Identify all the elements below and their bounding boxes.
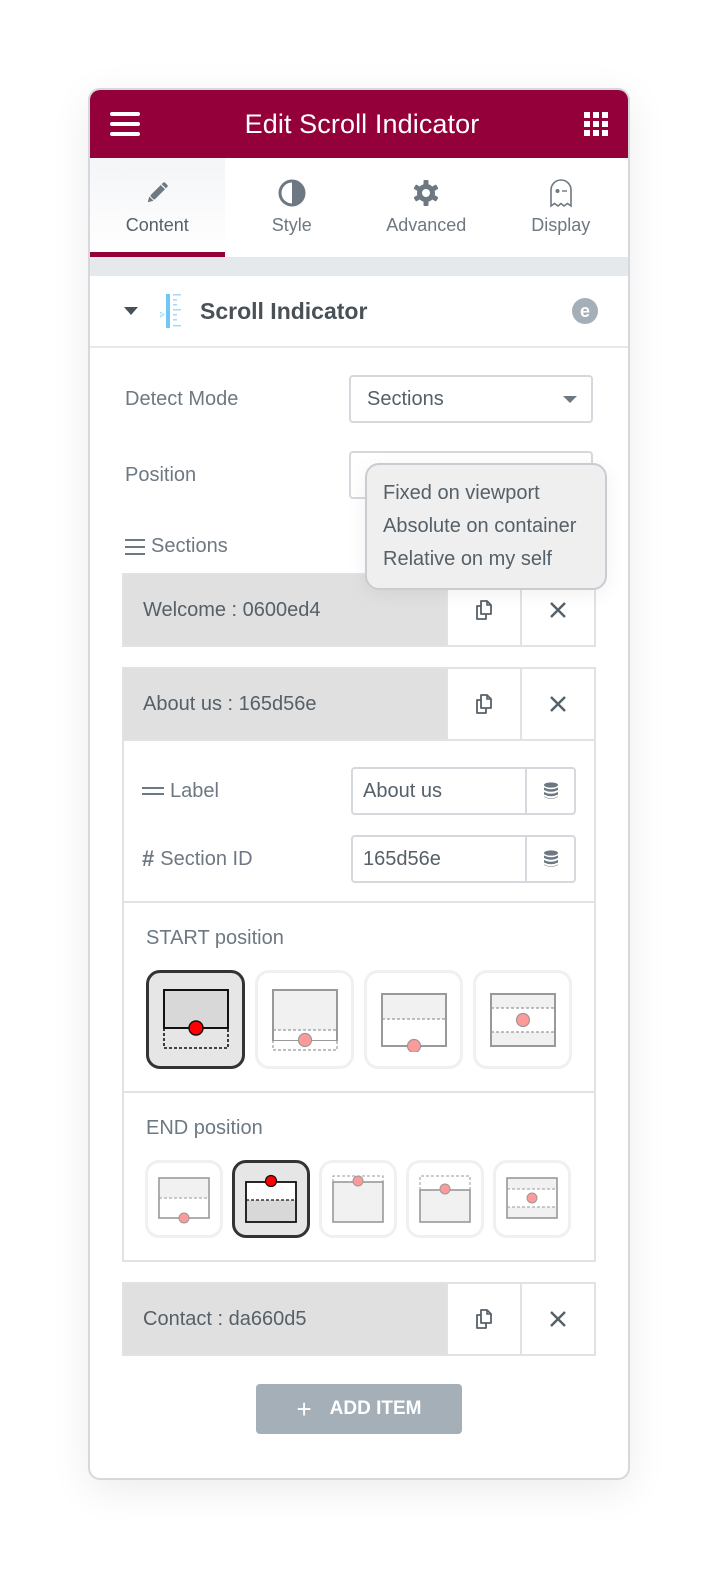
repeater-item-expanded: About us : 165d56e Label About us # Sect…: [122, 667, 596, 1262]
tab-label: Advanced: [386, 215, 467, 235]
remove-button[interactable]: [520, 1284, 594, 1354]
end-position-option[interactable]: [493, 1160, 571, 1238]
editor-panel: Edit Scroll Indicator Content Style Adva…: [88, 88, 630, 1480]
tab-style[interactable]: Style: [225, 158, 360, 257]
plus-icon: +: [296, 1393, 312, 1424]
label-input-group: [351, 767, 576, 815]
close-icon: [550, 1311, 566, 1327]
detect-mode-select[interactable]: Sections: [349, 375, 593, 423]
list-icon: [125, 538, 145, 555]
ghost-icon: [548, 179, 574, 208]
gear-icon: [412, 179, 440, 207]
grid-icon[interactable]: [583, 112, 608, 136]
database-icon: [543, 850, 558, 867]
end-top-icon: [245, 1174, 297, 1223]
label-field-text: Label: [170, 779, 219, 802]
panel-tabs: Content Style Advanced Display: [90, 158, 628, 258]
remove-button[interactable]: [520, 669, 594, 739]
hamburger-icon[interactable]: [110, 112, 140, 136]
section-id-field-row: # Section ID: [142, 835, 576, 883]
tab-label: Content: [125, 215, 189, 235]
tab-label: Display: [531, 215, 591, 235]
repeater-item-body: Label # Sect: [124, 739, 594, 1260]
detect-mode-label: Detect Mode: [125, 387, 239, 410]
start-position-option[interactable]: [364, 970, 463, 1069]
dynamic-tags-button[interactable]: [525, 769, 574, 813]
end-viewport-bottom-icon: [158, 1177, 210, 1224]
close-icon: [550, 602, 566, 618]
start-bottom-overflow-icon: [162, 988, 229, 1049]
section-id-input-group: [351, 835, 576, 883]
caret-down-icon[interactable]: [124, 307, 138, 315]
position-dropdown: Fixed on viewport Absolute on container …: [365, 463, 607, 590]
section-separator: [90, 258, 628, 276]
duplicate-icon: [476, 600, 492, 620]
start-viewport-bottom-icon: [380, 992, 447, 1052]
position-label: Position: [125, 463, 197, 486]
section-id-field-label: # Section ID: [142, 846, 253, 872]
label-field-label: Label: [142, 780, 219, 803]
detect-mode-value: Sections: [367, 387, 444, 410]
add-item-button[interactable]: + ADD ITEM: [256, 1384, 462, 1434]
end-top-overflow-icon: [332, 1175, 384, 1223]
end-position-option[interactable]: [319, 1160, 397, 1238]
end-position-block: END position: [124, 1091, 594, 1260]
repeater-item-title[interactable]: Contact : da660d5: [124, 1284, 446, 1354]
end-position-title: END position: [146, 1117, 263, 1139]
tab-content[interactable]: Content: [90, 158, 225, 257]
start-center-icon: [489, 992, 556, 1047]
scroll-indicator-icon: [160, 294, 181, 328]
repeater-item: Contact : da660d5: [122, 1282, 596, 1356]
start-position-block: START position: [124, 903, 594, 1091]
database-icon: [543, 782, 558, 799]
pencil-icon: [144, 179, 170, 207]
duplicate-button[interactable]: [446, 669, 520, 739]
add-item-label: ADD ITEM: [329, 1398, 422, 1419]
section-id-input[interactable]: [353, 837, 525, 881]
half-circle-icon: [278, 179, 306, 207]
section-id-field-text: Section ID: [160, 847, 253, 870]
position-option[interactable]: Relative on my self: [383, 543, 605, 576]
duplicate-icon: [476, 694, 492, 714]
duplicate-icon: [476, 1309, 492, 1329]
end-top-inner-icon: [419, 1175, 471, 1223]
detect-mode-row: Detect Mode Sections: [125, 375, 593, 423]
label-field-row: Label: [142, 767, 576, 815]
start-bottom-inner-icon: [271, 988, 338, 1051]
label-input[interactable]: [353, 769, 525, 813]
tab-advanced[interactable]: Advanced: [359, 158, 494, 257]
close-icon: [550, 696, 566, 712]
add-item-wrap: + ADD ITEM: [125, 1384, 593, 1434]
end-position-option[interactable]: [145, 1160, 223, 1238]
tab-label: Style: [271, 215, 312, 235]
position-option[interactable]: Absolute on container: [383, 510, 605, 543]
start-position-option[interactable]: [255, 970, 354, 1069]
text-lines-icon: [142, 787, 164, 795]
start-position-option[interactable]: [473, 970, 572, 1069]
start-position-title: START position: [146, 927, 284, 949]
panel-header: Edit Scroll Indicator: [90, 90, 628, 158]
duplicate-button[interactable]: [446, 1284, 520, 1354]
widget-section-header[interactable]: Scroll Indicator e: [90, 276, 628, 348]
sections-label: Sections: [151, 535, 228, 557]
dynamic-tags-button[interactable]: [525, 837, 574, 881]
tab-display[interactable]: Display: [494, 158, 629, 257]
fields-block: Label # Sect: [124, 741, 594, 903]
panel-title: Edit Scroll Indicator: [244, 108, 480, 139]
widget-title: Scroll Indicator: [200, 297, 368, 324]
sections-repeater: Welcome : 0600ed4 About us : 165d56e Lab…: [122, 573, 596, 1356]
repeater-item-title[interactable]: About us : 165d56e: [124, 669, 446, 739]
controls-area: Detect Mode Sections Position Fixed on v…: [90, 375, 628, 1434]
end-position-option[interactable]: [406, 1160, 484, 1238]
position-option[interactable]: Fixed on viewport: [383, 477, 605, 510]
end-center-icon: [506, 1177, 558, 1219]
end-position-option[interactable]: [232, 1160, 310, 1238]
elementor-badge-icon: e: [572, 298, 598, 324]
start-position-option[interactable]: [146, 970, 245, 1069]
chevron-down-icon: [563, 395, 577, 403]
hash-icon: #: [142, 846, 155, 871]
